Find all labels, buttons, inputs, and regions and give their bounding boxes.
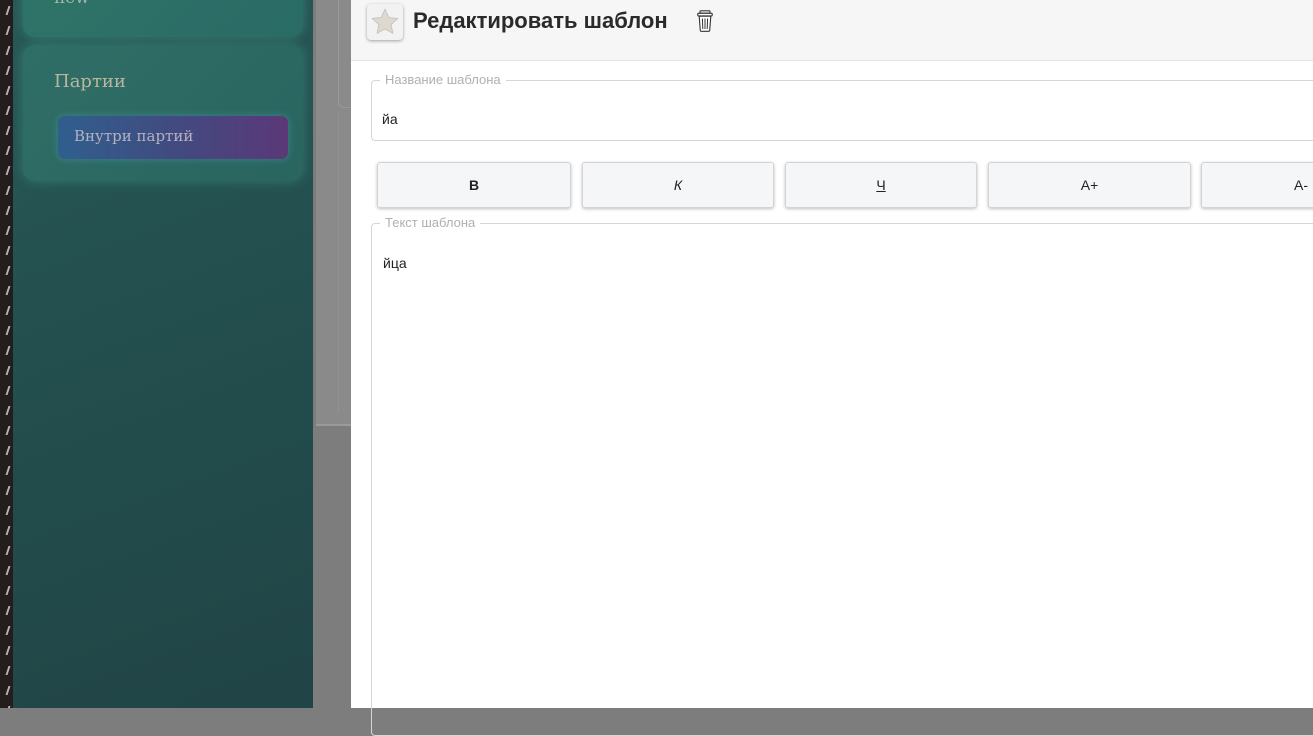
edge-dash xyxy=(6,306,11,315)
template-name-field[interactable]: Название шаблона йа xyxy=(371,73,1313,141)
sidebar-card-new[interactable]: new xyxy=(23,0,303,37)
sidebar-section-title: Партии xyxy=(54,71,126,92)
template-name-input[interactable]: йа xyxy=(382,111,398,127)
template-text-legend: Текст шаблона xyxy=(380,216,480,230)
edge-dash xyxy=(6,206,11,215)
edge-dash xyxy=(6,466,11,475)
edge-dash xyxy=(6,366,11,375)
edge-dash xyxy=(6,426,11,435)
template-name-legend: Название шаблона xyxy=(380,73,506,87)
italic-button[interactable]: К xyxy=(582,162,774,208)
edge-dash xyxy=(6,246,11,255)
edge-dash xyxy=(6,486,11,495)
increase-font-button[interactable]: A+ xyxy=(988,162,1191,208)
edge-dash xyxy=(6,446,11,455)
window-edge-strip xyxy=(0,0,13,708)
edge-dash xyxy=(6,686,11,695)
background-panel xyxy=(316,0,356,426)
edge-dash xyxy=(6,646,11,655)
edge-dash xyxy=(6,6,11,15)
decrease-font-button[interactable]: A- xyxy=(1201,162,1313,208)
edge-dash xyxy=(6,186,11,195)
edge-dash xyxy=(6,166,11,175)
edge-dash xyxy=(6,26,11,35)
edge-dash xyxy=(6,286,11,295)
template-text-field[interactable]: Текст шаблона йца xyxy=(371,216,1313,736)
edge-dash xyxy=(6,266,11,275)
sidebar: new Партии Внутри партий xyxy=(13,0,313,708)
edge-dash xyxy=(6,386,11,395)
edge-dash xyxy=(6,586,11,595)
edge-dash xyxy=(6,566,11,575)
inside-parties-button[interactable]: Внутри партий xyxy=(58,116,288,159)
edge-dash xyxy=(6,46,11,55)
edge-dash xyxy=(6,406,11,415)
edge-dash xyxy=(6,506,11,515)
edge-dash xyxy=(6,666,11,675)
edge-dash xyxy=(6,146,11,155)
modal-title: Редактировать шаблон xyxy=(413,8,668,34)
edge-dash xyxy=(6,346,11,355)
modal-header: Редактировать шаблон xyxy=(351,0,1313,61)
edge-dash xyxy=(6,66,11,75)
edge-dash xyxy=(6,626,11,635)
star-icon xyxy=(370,7,400,37)
edge-dash xyxy=(6,326,11,335)
template-text-input[interactable]: йца xyxy=(383,255,407,271)
underline-button[interactable]: Ч xyxy=(785,162,977,208)
edge-dash xyxy=(6,606,11,615)
favorite-button[interactable] xyxy=(367,4,403,40)
edge-dash xyxy=(6,126,11,135)
bold-button[interactable]: B xyxy=(377,162,571,208)
edge-dash xyxy=(6,526,11,535)
edge-dash xyxy=(6,86,11,95)
sidebar-card-parties: Партии Внутри партий xyxy=(23,45,303,181)
edit-template-modal: Редактировать шаблон Название шаблона йа… xyxy=(351,0,1313,708)
edge-dash xyxy=(6,546,11,555)
trash-icon[interactable] xyxy=(697,10,713,32)
edge-dash xyxy=(6,106,11,115)
edge-dash xyxy=(6,226,11,235)
sidebar-card-new-label: new xyxy=(54,0,90,8)
